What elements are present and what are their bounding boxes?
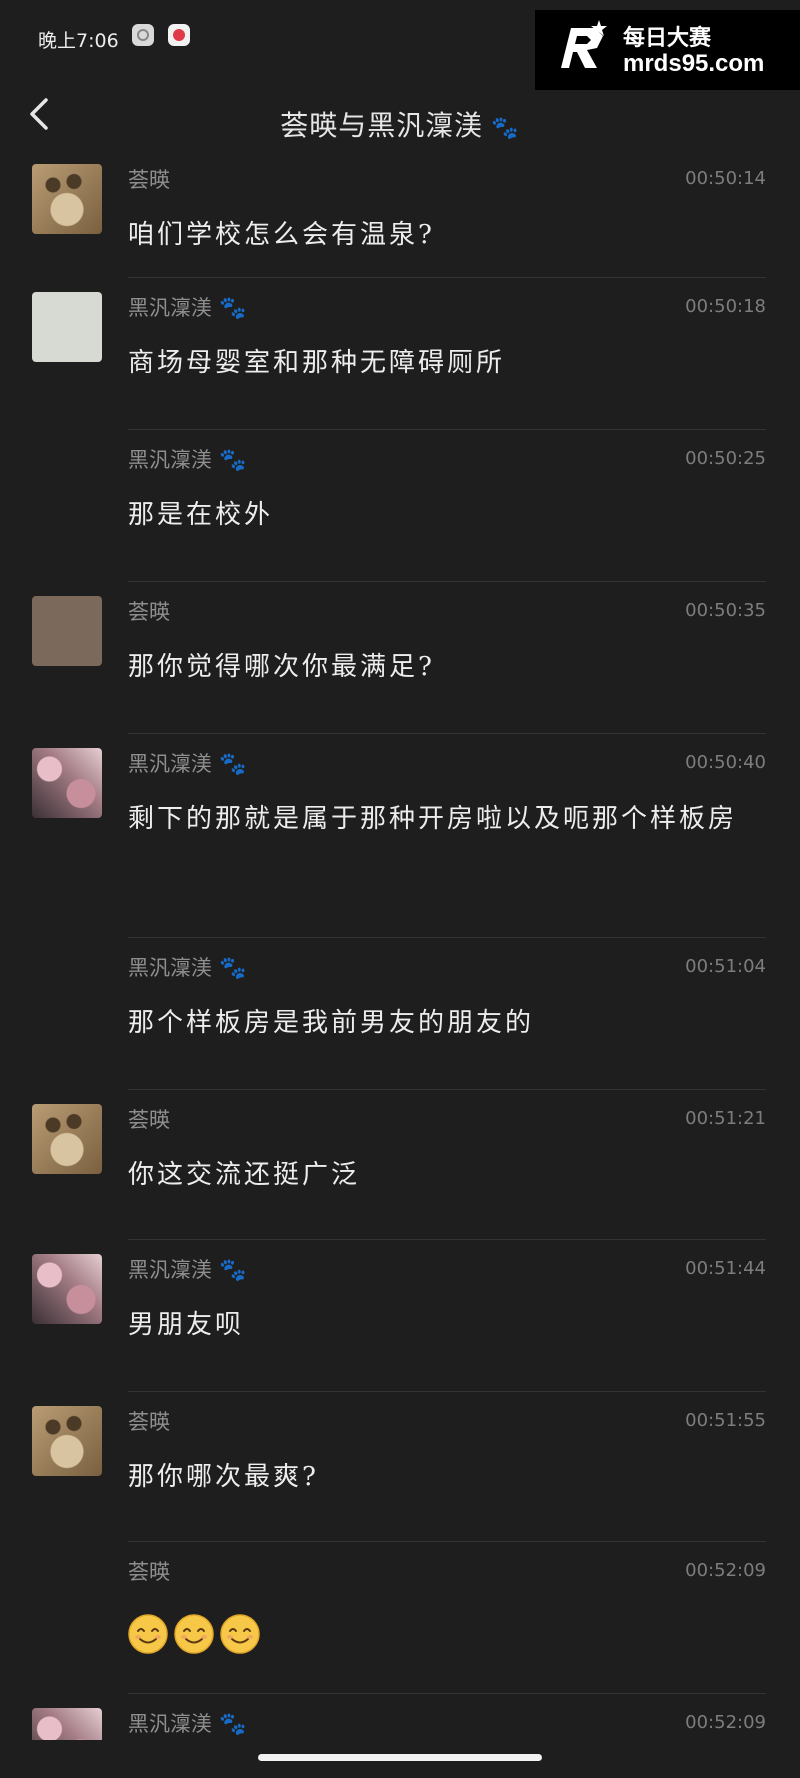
paw-icon: 🐾 — [212, 1258, 247, 1283]
record-status-icon — [168, 24, 190, 46]
avatar[interactable] — [32, 748, 102, 818]
settings-status-icon — [132, 24, 154, 46]
message-text: 你这交流还挺广泛 — [128, 1160, 361, 1190]
message-sender: 荟暎 — [128, 1108, 170, 1132]
paw-icon: 🐾 — [212, 752, 247, 777]
paw-icon: 🐾 — [212, 296, 247, 321]
message-time: 00:51:44 — [685, 1258, 766, 1279]
chat-title: 荟暎与黑汎澟渼 🐾 — [0, 104, 800, 144]
message-sender: 黑汎澟渼 🐾 — [128, 956, 247, 981]
message-text: 那你觉得哪次你最满足? — [128, 652, 435, 682]
message-sender: 荟暎 — [128, 168, 170, 192]
message-time: 00:50:18 — [685, 296, 766, 317]
message-time: 00:50:14 — [685, 168, 766, 189]
message-time: 00:50:25 — [685, 448, 766, 469]
message-text: 咱们学校怎么会有温泉? — [128, 220, 435, 250]
chat-header: 荟暎与黑汎澟渼 🐾 — [0, 90, 800, 150]
message-item[interactable]: 黑汎澟渼 🐾 00:50:25 那是在校外 — [0, 430, 800, 582]
smiling-face-emoji — [174, 1614, 214, 1654]
watermark: 每日大赛 mrds95.com — [535, 10, 800, 90]
message-text: 那个样板房是我前男友的朋友的 — [128, 1008, 535, 1038]
message-item[interactable]: 黑汎澟渼 🐾 00:51:04 那个样板房是我前男友的朋友的 — [0, 938, 800, 1090]
paw-icon: 🐾 — [212, 448, 247, 473]
avatar[interactable] — [32, 596, 102, 666]
smiling-face-emoji — [128, 1614, 168, 1654]
message-list[interactable]: 荟暎 00:50:14 咱们学校怎么会有温泉? 黑汎澟渼 🐾 00:50:18 … — [0, 150, 800, 1740]
paw-icon: 🐾 — [483, 116, 520, 141]
message-time: 00:50:40 — [685, 752, 766, 773]
message-item[interactable]: 荟暎 00:51:21 你这交流还挺广泛 — [0, 1090, 800, 1240]
smiling-face-emoji — [220, 1614, 260, 1654]
message-sender: 黑汎澟渼 🐾 — [128, 448, 247, 473]
message-sender: 黑汎澟渼 🐾 — [128, 296, 247, 321]
message-sender: 黑汎澟渼 🐾 — [128, 1258, 247, 1283]
avatar[interactable] — [32, 1254, 102, 1324]
message-text: 那你哪次最爽? — [128, 1462, 319, 1492]
watermark-logo-icon — [561, 20, 607, 68]
watermark-brand: 每日大赛 — [623, 26, 712, 51]
home-indicator[interactable] — [258, 1754, 542, 1761]
message-time: 00:51:55 — [685, 1410, 766, 1431]
message-item[interactable]: 黑汎澟渼 🐾 00:50:40 剩下的那就是属于那种开房啦以及呃那个样板房 — [0, 734, 800, 938]
message-text: 那是在校外 — [128, 500, 274, 530]
avatar[interactable] — [32, 1104, 102, 1174]
message-item[interactable]: 黑汎澟渼 🐾 00:52:09 — [0, 1694, 800, 1740]
message-item[interactable]: 黑汎澟渼 🐾 00:50:18 商场母婴室和那种无障碍厕所 — [0, 278, 800, 430]
message-sender: 黑汎澟渼 🐾 — [128, 1712, 247, 1737]
message-item[interactable]: 荟暎 00:50:14 咱们学校怎么会有温泉? — [0, 150, 800, 278]
message-item[interactable]: 荟暎 00:51:55 那你哪次最爽? — [0, 1392, 800, 1542]
message-text: 男朋友呗 — [128, 1310, 245, 1340]
message-sender: 荟暎 — [128, 1410, 170, 1434]
chat-title-text: 荟暎与黑汎澟渼 — [280, 109, 484, 142]
paw-icon: 🐾 — [212, 1712, 247, 1737]
message-time: 00:52:09 — [685, 1712, 766, 1733]
message-text: 剩下的那就是属于那种开房啦以及呃那个样板房 — [128, 804, 738, 834]
watermark-url: mrds95.com — [623, 50, 765, 77]
message-emoji-row — [128, 1606, 768, 1660]
message-time: 00:51:21 — [685, 1108, 766, 1129]
avatar[interactable] — [32, 1406, 102, 1476]
paw-icon: 🐾 — [212, 956, 247, 981]
status-time: 晚上7:06 — [38, 30, 119, 52]
avatar[interactable] — [32, 1708, 102, 1740]
message-time: 00:52:09 — [685, 1560, 766, 1581]
message-sender: 荟暎 — [128, 1560, 170, 1584]
message-item[interactable]: 荟暎 00:52:09 — [0, 1542, 800, 1694]
message-sender: 黑汎澟渼 🐾 — [128, 752, 247, 777]
message-item[interactable]: 荟暎 00:50:35 那你觉得哪次你最满足? — [0, 582, 800, 734]
message-item[interactable]: 黑汎澟渼 🐾 00:51:44 男朋友呗 — [0, 1240, 800, 1392]
message-time: 00:50:35 — [685, 600, 766, 621]
avatar[interactable] — [32, 292, 102, 362]
avatar[interactable] — [32, 164, 102, 234]
message-sender: 荟暎 — [128, 600, 170, 624]
message-time: 00:51:04 — [685, 956, 766, 977]
message-text: 商场母婴室和那种无障碍厕所 — [128, 348, 506, 378]
